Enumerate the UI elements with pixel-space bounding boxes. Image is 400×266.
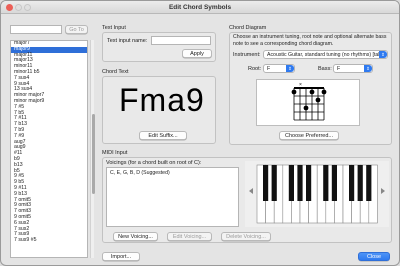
finger-dot: [291, 89, 297, 95]
root-select[interactable]: F ⇕: [263, 64, 295, 73]
new-voicing-button[interactable]: New Voicing...: [113, 232, 158, 241]
text-input-name-label: Text input name:: [107, 38, 148, 44]
chevron-updown-icon: ⇕: [364, 65, 372, 72]
root-value: F: [267, 66, 271, 72]
finger-dot: [315, 97, 321, 103]
instrument-value: Acoustic Guitar, standard tuning (no rhy…: [267, 52, 383, 58]
black-key: [271, 165, 277, 201]
chord-text-section-label: Chord Text: [102, 69, 129, 75]
chevron-updown-icon: ⇕: [379, 51, 387, 58]
black-key: [288, 165, 294, 201]
chevron-updown-icon: ⇕: [286, 65, 294, 72]
bass-select[interactable]: F ⇕: [333, 64, 373, 73]
chord-diagram-section-label: Chord Diagram: [229, 25, 267, 31]
guitar-chord-diagram: ×: [291, 82, 327, 121]
black-key: [366, 165, 372, 201]
instrument-label: Instrument:: [233, 52, 261, 58]
chord-symbol-preview: Fma9: [119, 82, 205, 118]
title-bar: Edit Chord Symbols: [1, 1, 399, 14]
chord-diagram-description: Choose an instrument tuning, root note a…: [233, 34, 387, 47]
chord-diagram-box: ×: [256, 79, 360, 126]
black-key: [349, 165, 355, 201]
black-key: [263, 165, 269, 201]
go-to-button[interactable]: Go To: [65, 25, 88, 34]
root-label: Root:: [248, 66, 262, 72]
text-input-name-field[interactable]: [151, 36, 211, 45]
bass-label: Bass:: [318, 66, 332, 72]
voicings-label: Voicings (for a chord built on root of C…: [106, 160, 202, 166]
scroll-right-icon: [381, 188, 385, 194]
edit-suffix-button[interactable]: Edit Suffix...: [139, 131, 187, 140]
text-input-section-label: Text Input: [102, 25, 126, 31]
black-key: [306, 165, 312, 201]
apply-button[interactable]: Apply: [182, 49, 212, 58]
bass-value: F: [337, 66, 341, 72]
finger-dot: [303, 105, 309, 111]
piano-keyboard[interactable]: [245, 161, 389, 227]
voicings-list[interactable]: C, E, G, B, D (Suggested): [106, 167, 239, 227]
scrollbar-thumb[interactable]: [91, 114, 95, 194]
piano-keyboard-svg: [249, 164, 385, 224]
muted-string-marker: ×: [299, 82, 302, 88]
black-key: [331, 165, 337, 201]
midi-input-section-label: MIDI Input: [102, 150, 128, 156]
black-key: [323, 165, 329, 201]
chord-suffix-list[interactable]: major7 major9 major11 major13 minor11 minor11…: [10, 40, 88, 258]
window-title: Edit Chord Symbols: [168, 4, 232, 11]
zoom-window-icon[interactable]: [24, 4, 31, 11]
black-key: [357, 165, 363, 201]
delete-voicing-button[interactable]: Delete Voicing...: [221, 232, 271, 241]
edit-voicing-button[interactable]: Edit Voicing...: [167, 232, 212, 241]
voicing-item[interactable]: C, E, G, B, D (Suggested): [107, 168, 238, 178]
import-button[interactable]: Import...: [102, 252, 140, 261]
close-button[interactable]: Close: [358, 252, 390, 261]
minimize-window-icon[interactable]: [15, 4, 22, 11]
search-input[interactable]: [10, 25, 62, 34]
edit-chord-symbols-window: Edit Chord Symbols Go To major7 major9 maj…: [0, 0, 400, 266]
chord-list-scrollbar[interactable]: [90, 40, 95, 258]
instrument-select[interactable]: Acoustic Guitar, standard tuning (no rhy…: [263, 50, 388, 59]
chord-list-item[interactable]: 7 sus9 #5: [11, 237, 87, 244]
finger-dot: [309, 89, 315, 95]
close-window-icon[interactable]: [6, 4, 13, 11]
black-key: [297, 165, 303, 201]
scroll-left-icon: [249, 188, 253, 194]
finger-dot: [321, 89, 327, 95]
choose-preferred-button[interactable]: Choose Preferred...: [279, 131, 339, 140]
